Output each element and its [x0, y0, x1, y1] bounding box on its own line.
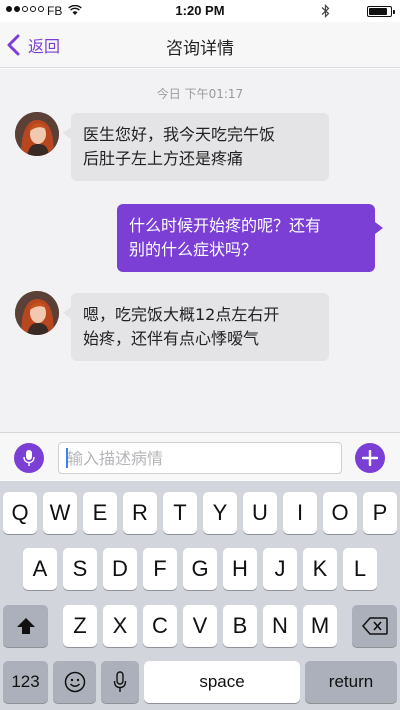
key-l[interactable]: L: [343, 548, 377, 590]
battery-level-fill: [369, 8, 387, 15]
key-p[interactable]: P: [363, 492, 397, 534]
microphone-icon: [113, 671, 127, 692]
incoming-message-bubble[interactable]: 医生您好，我今天吃完午饭 后肚子左上方还是疼痛: [63, 113, 329, 181]
shift-key[interactable]: [3, 605, 48, 647]
message-line: 医生您好，我今天吃完午饭: [83, 125, 276, 144]
numbers-key[interactable]: 123: [3, 661, 48, 703]
incoming-message-bubble[interactable]: 嗯，吃完饭大概12点左右开 始疼，还伴有点心悸嗳气: [63, 293, 329, 361]
key-g[interactable]: G: [183, 548, 217, 590]
emoji-icon: [64, 671, 85, 693]
plus-icon: [362, 450, 378, 466]
key-z[interactable]: Z: [63, 605, 97, 647]
avatar-image: [15, 112, 59, 156]
message-input[interactable]: [58, 442, 342, 474]
outgoing-message-bubble[interactable]: 什么时候开始疼的呢？还有 别的什么症状吗？: [117, 204, 383, 272]
message-line: 后肚子左上方还是疼痛: [83, 149, 244, 168]
patient-avatar[interactable]: [15, 291, 59, 335]
status-bar: FB 1:20 PM: [0, 0, 400, 22]
message-line: 始疼，还伴有点心悸嗳气: [83, 329, 260, 348]
text-cursor: [66, 448, 68, 468]
message-line: 什么时候开始疼的呢？还有: [129, 216, 322, 235]
key-w[interactable]: W: [43, 492, 77, 534]
key-j[interactable]: J: [263, 548, 297, 590]
key-a[interactable]: A: [23, 548, 57, 590]
voice-input-button[interactable]: [14, 443, 44, 473]
key-h[interactable]: H: [223, 548, 257, 590]
patient-avatar[interactable]: [15, 112, 59, 156]
avatar-image: [15, 291, 59, 335]
page-title: 咨询详情: [166, 39, 234, 59]
key-t[interactable]: T: [163, 492, 197, 534]
key-k[interactable]: K: [303, 548, 337, 590]
key-u[interactable]: U: [243, 492, 277, 534]
shift-arrow-icon: [16, 618, 35, 634]
return-key[interactable]: return: [305, 661, 397, 703]
key-m[interactable]: M: [303, 605, 337, 647]
navigation-bar: 返回 咨询详情: [0, 22, 400, 68]
message-line: 嗯，吃完饭大概12点左右开: [83, 305, 280, 324]
key-q[interactable]: Q: [3, 492, 37, 534]
key-y[interactable]: Y: [203, 492, 237, 534]
key-r[interactable]: R: [123, 492, 157, 534]
chat-area[interactable]: 今日 下午01:17 医生您好，我今天吃完午饭 后肚子左上方还是疼痛 什么时候开…: [0, 69, 400, 432]
emoji-key[interactable]: [53, 661, 96, 703]
key-n[interactable]: N: [263, 605, 297, 647]
space-key[interactable]: space: [144, 661, 300, 703]
dictation-key[interactable]: [101, 661, 139, 703]
add-attachment-button[interactable]: [355, 443, 385, 473]
microphone-icon: [23, 450, 35, 466]
message-line: 别的什么症状吗？: [129, 240, 258, 259]
key-s[interactable]: S: [63, 548, 97, 590]
battery-icon: [367, 6, 395, 17]
key-i[interactable]: I: [283, 492, 317, 534]
key-c[interactable]: C: [143, 605, 177, 647]
backspace-icon: [361, 617, 388, 635]
status-time: 1:20 PM: [175, 3, 225, 18]
message-timestamp: 今日 下午01:17: [156, 87, 244, 101]
key-x[interactable]: X: [103, 605, 137, 647]
message-input-bar: [0, 432, 400, 480]
key-o[interactable]: O: [323, 492, 357, 534]
key-b[interactable]: B: [223, 605, 257, 647]
key-e[interactable]: E: [83, 492, 117, 534]
key-f[interactable]: F: [143, 548, 177, 590]
key-v[interactable]: V: [183, 605, 217, 647]
key-d[interactable]: D: [103, 548, 137, 590]
keyboard: Q W E R T Y U I O P A S D F G H J K L Z …: [0, 481, 400, 710]
bluetooth-icon: [321, 4, 330, 18]
backspace-key[interactable]: [352, 605, 397, 647]
